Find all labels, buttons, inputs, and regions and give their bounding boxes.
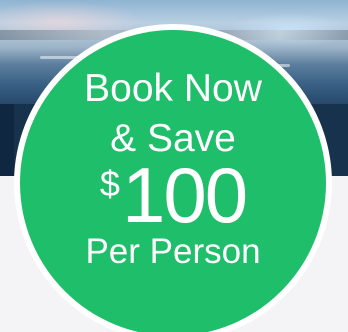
badge-headline: Book Now xyxy=(84,67,262,110)
currency-symbol: $ xyxy=(99,163,120,204)
badge-qualifier: Per Person xyxy=(85,232,261,271)
navy-band-edge xyxy=(0,104,14,176)
savings-badge[interactable]: Book Now & Save $100 Per Person xyxy=(20,30,326,332)
discount-amount: 100 xyxy=(121,151,248,239)
badge-price: $100 xyxy=(20,151,326,239)
promo-banner: Book Now & Save $100 Per Person xyxy=(0,0,348,332)
